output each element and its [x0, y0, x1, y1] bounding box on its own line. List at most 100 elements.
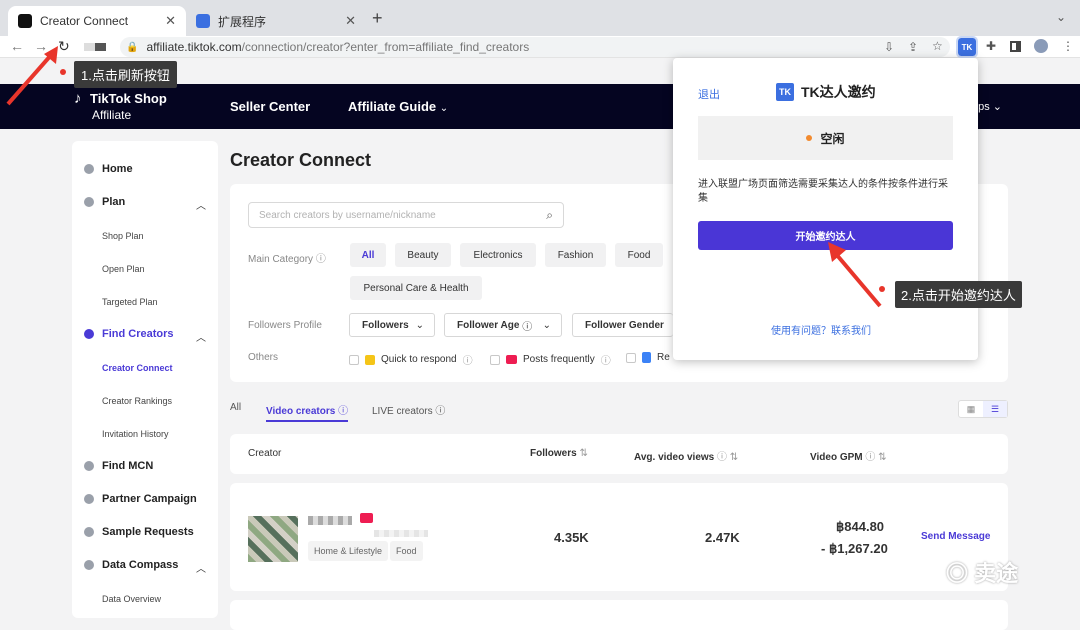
sidebar-item-creator-rankings[interactable]: Creator Rankings [102, 396, 172, 406]
sidebar-item-shop-plan[interactable]: Shop Plan [102, 231, 144, 241]
install-icon[interactable]: ⇩ [884, 40, 894, 54]
table-row[interactable] [230, 600, 1008, 630]
browser-tab-creator-connect[interactable]: Creator Connect ✕ [8, 6, 186, 36]
annotation-arrow-1 [6, 46, 58, 106]
sidebar-item-data-overview[interactable]: Data Overview [102, 594, 161, 604]
category-chip-electronics[interactable]: Electronics [460, 243, 536, 267]
checkbox[interactable] [626, 352, 636, 363]
sidebar-item-invitation-history[interactable]: Invitation History [102, 429, 169, 439]
profile-avatar-icon[interactable] [1034, 39, 1048, 53]
chevron-down-icon[interactable]: ⌄ [1056, 10, 1066, 24]
close-icon[interactable]: ✕ [165, 13, 176, 29]
sidebar-item-partner-campaign[interactable]: Partner Campaign [84, 493, 197, 505]
tiktok-shop-logo[interactable]: ♪ TikTok Shop Affiliate [74, 91, 167, 122]
sidebar-item-find-mcn[interactable]: Find MCN [84, 460, 153, 472]
tab-video-creators[interactable]: Video creators ⓘ [266, 402, 349, 422]
info-icon: ⓘ [338, 406, 349, 417]
followers-value: 4.35K [554, 530, 589, 545]
campaign-icon [84, 494, 94, 504]
category-chip-beauty[interactable]: Beauty [395, 243, 451, 267]
search-icon[interactable]: ⌕ [546, 208, 553, 223]
lightning-icon [365, 354, 375, 365]
sidebar-item-find-creators[interactable]: Find Creators [84, 328, 174, 340]
column-followers[interactable]: Followers ⇅ [530, 448, 588, 459]
column-label: Followers [530, 448, 577, 459]
status-badge: 空闲 [698, 116, 953, 160]
extensions-puzzle-icon[interactable]: ✚ [986, 39, 996, 53]
sort-icon: ⇅ [878, 452, 887, 463]
contact-us-link[interactable]: 使用有问题？联系我们 [771, 322, 871, 337]
followers-profile-label: Followers Profile [248, 320, 322, 331]
nav-affiliate-guide[interactable]: Affiliate Guide ⌄ [348, 99, 448, 114]
page-title: Creator Connect [230, 150, 372, 170]
grid-view-icon[interactable]: ▦ [959, 401, 983, 417]
browser-tab-extensions[interactable]: 扩展程序 ✕ [186, 6, 366, 36]
gpm-value-low: - ฿1,267.20 [821, 541, 888, 556]
close-icon[interactable]: ✕ [345, 13, 356, 29]
annotation-dot-1 [60, 69, 66, 75]
info-icon: ⓘ [315, 254, 326, 265]
column-video-gpm[interactable]: Video GPM ⓘ ⇅ [810, 448, 887, 463]
category-chip-fashion[interactable]: Fashion [545, 243, 606, 267]
column-creator: Creator [248, 448, 282, 459]
creator-name-blurred[interactable] [308, 516, 352, 525]
category-tag: Home & Lifestyle [308, 541, 389, 561]
chevron-up-icon[interactable]: ︿ [196, 329, 206, 344]
sidebar-item-targeted-plan[interactable]: Targeted Plan [102, 297, 158, 307]
avatar[interactable] [248, 516, 298, 562]
tk-extension-icon[interactable]: TK [956, 36, 978, 58]
posts-frequently-filter[interactable]: Posts frequently ⓘ [490, 352, 611, 367]
column-avg-video-views[interactable]: Avg. video views ⓘ ⇅ [634, 448, 738, 463]
info-icon: ⓘ [717, 452, 727, 463]
list-view-icon[interactable]: ☰ [983, 401, 1007, 417]
sidebar-item-data-compass[interactable]: Data Compass [84, 559, 178, 571]
url-field[interactable]: 🔒 affiliate.tiktok.com/connection/creato… [120, 37, 950, 57]
tab-live-creators[interactable]: LIVE creators ⓘ [372, 402, 445, 417]
new-tab-icon[interactable]: + [372, 8, 383, 29]
sidebar-item-creator-connect[interactable]: Creator Connect [102, 363, 173, 373]
tab-label: LIVE creators [372, 406, 433, 417]
bookmark-star-icon[interactable]: ☆ [932, 39, 943, 53]
chevron-up-icon[interactable]: ︿ [196, 197, 206, 212]
sidebar-item-open-plan[interactable]: Open Plan [102, 264, 145, 274]
search-input[interactable]: Search creators by username/nickname ⌕ [248, 202, 564, 228]
logo-subtext: Affiliate [92, 108, 132, 122]
side-panel-icon[interactable] [1010, 41, 1021, 52]
sidebar-item-plan[interactable]: Plan [84, 196, 125, 208]
nav-seller-center[interactable]: Seller Center [230, 99, 310, 114]
mcn-icon [84, 461, 94, 471]
follower-age-dropdown[interactable]: Follower Age ⓘ ⌄ [444, 313, 562, 337]
info-icon: ⓘ [435, 406, 446, 417]
third-filter[interactable]: Re [626, 352, 670, 363]
main-category-label: Main Category ⓘ [248, 254, 326, 265]
category-chip-all[interactable]: All [350, 243, 386, 267]
follower-gender-dropdown[interactable]: Follower Gender [572, 313, 673, 337]
sidebar-item-label: Home [102, 163, 133, 175]
video-icon [506, 355, 517, 364]
sidebar-item-label: Find MCN [102, 460, 154, 472]
quick-to-respond-filter[interactable]: Quick to respond ⓘ [349, 352, 473, 367]
checkbox[interactable] [490, 354, 500, 365]
sidebar-item-home[interactable]: Home [84, 163, 133, 175]
category-chip-food[interactable]: Food [615, 243, 663, 267]
chevron-down-icon: ⌄ [439, 103, 449, 114]
sidebar-item-label: Sample Requests [102, 526, 194, 538]
blurred-extension-icon [84, 43, 106, 51]
share-icon[interactable]: ⇪ [908, 40, 918, 54]
table-row[interactable] [230, 483, 1008, 591]
status-dot-icon [806, 135, 813, 141]
sidebar-item-sample-requests[interactable]: Sample Requests [84, 526, 194, 538]
tab-all[interactable]: All [230, 402, 241, 413]
filter-label: Posts frequently [523, 354, 595, 365]
category-chip-personal-care[interactable]: Personal Care & Health [350, 276, 482, 300]
logout-link[interactable]: 退出 [698, 86, 720, 102]
tab-label: Video creators [266, 406, 336, 417]
tab-title: 扩展程序 [218, 14, 267, 29]
more-menu-icon[interactable]: ⋮ [1062, 39, 1074, 53]
sort-icon: ⇅ [729, 452, 739, 463]
followers-dropdown[interactable]: Followers ⌄ [349, 313, 435, 337]
checkbox[interactable] [349, 354, 359, 365]
table-header [230, 434, 1008, 474]
chevron-up-icon[interactable]: ︿ [196, 560, 206, 575]
send-message-link[interactable]: Send Message [921, 531, 990, 542]
